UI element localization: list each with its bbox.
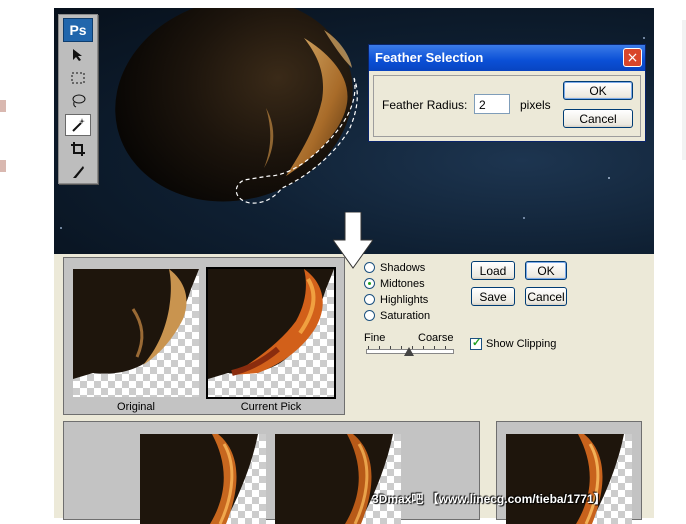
variation-thumbnail[interactable]	[275, 434, 401, 524]
save-button[interactable]: Save	[471, 287, 515, 306]
marquee-icon	[71, 72, 85, 84]
variation-asteroid-image	[140, 434, 258, 524]
cancel-button[interactable]: Cancel	[563, 109, 633, 128]
checkmark-icon: ✓	[472, 337, 482, 349]
coarse-label: Coarse	[418, 332, 454, 344]
feather-selection-dialog: Feather Selection × Feather Radius: 2 pi…	[368, 44, 646, 142]
lasso-icon	[72, 94, 86, 108]
highlights-radio[interactable]	[364, 294, 375, 305]
tools-panel: Ps	[58, 14, 98, 184]
margin-mark	[0, 100, 6, 112]
slider-tick	[423, 346, 424, 349]
show-clipping-label: Show Clipping	[486, 338, 557, 350]
feather-radius-label: Feather Radius:	[382, 98, 468, 112]
right-margin-strip	[654, 0, 686, 518]
slider-tick	[434, 346, 435, 349]
magic-wand-icon	[72, 118, 85, 132]
photoshop-logo: Ps	[63, 18, 93, 42]
fine-label: Fine	[364, 332, 386, 344]
original-current-pick-panel: Original Current Pick	[63, 257, 345, 415]
slider-tick	[379, 346, 380, 349]
margin-mark	[0, 160, 6, 172]
dialog-title: Feather Selection	[375, 50, 484, 65]
top-margin	[54, 0, 654, 8]
shadows-label: Shadows	[380, 262, 426, 274]
load-button[interactable]: Load	[471, 261, 515, 280]
dialog-titlebar: Feather Selection ×	[369, 45, 645, 71]
midtones-radio[interactable]	[364, 278, 375, 289]
slider-tick	[390, 346, 391, 349]
radio-selected-dot	[368, 282, 371, 285]
slice-tool-button[interactable]	[66, 162, 90, 182]
ok-button[interactable]: OK	[563, 81, 633, 100]
move-icon	[73, 49, 82, 61]
saturation-label: Saturation	[380, 310, 431, 322]
original-thumbnail	[73, 269, 199, 397]
highlights-label: Highlights	[380, 294, 429, 306]
original-caption: Original	[117, 401, 155, 413]
variation-asteroid-image	[506, 434, 624, 524]
variation-thumbnail[interactable]	[140, 434, 266, 524]
crop-tool-button[interactable]	[66, 139, 90, 159]
magic-wand-tool-button[interactable]	[65, 114, 91, 136]
lasso-tool-button[interactable]	[66, 91, 90, 111]
current-pick-thumbnail	[206, 267, 336, 399]
feather-radius-input[interactable]: 2	[474, 94, 510, 114]
current-pick-caption: Current Pick	[240, 401, 302, 413]
variation-thumbnail[interactable]	[506, 434, 632, 524]
watermark: 3Dmax吧 【www.linecg.com/tieba/1771】	[372, 492, 606, 506]
margin-mark	[682, 20, 686, 160]
move-tool-button[interactable]	[66, 45, 90, 65]
slider-tick	[401, 346, 402, 349]
midtones-label: Midtones	[380, 278, 425, 290]
saturation-radio[interactable]	[364, 310, 375, 321]
shadows-radio[interactable]	[364, 262, 375, 273]
slider-tick	[368, 346, 369, 349]
crop-icon	[71, 142, 85, 156]
variations-ok-button[interactable]: OK	[525, 261, 567, 280]
show-clipping-checkbox[interactable]: ✓	[470, 337, 482, 350]
variation-asteroid-image	[275, 434, 393, 524]
close-button[interactable]: ×	[623, 48, 642, 67]
slider-tick	[445, 346, 446, 349]
current-pick-asteroid-image	[208, 269, 334, 379]
original-asteroid-image	[73, 269, 199, 379]
fine-coarse-slider-handle[interactable]	[404, 347, 414, 356]
slice-icon	[73, 166, 84, 178]
feather-radius-unit: pixels	[520, 98, 551, 112]
left-margin-strip	[0, 0, 55, 518]
marquee-tool-button[interactable]	[66, 68, 90, 88]
variations-cancel-button[interactable]: Cancel	[525, 287, 567, 306]
